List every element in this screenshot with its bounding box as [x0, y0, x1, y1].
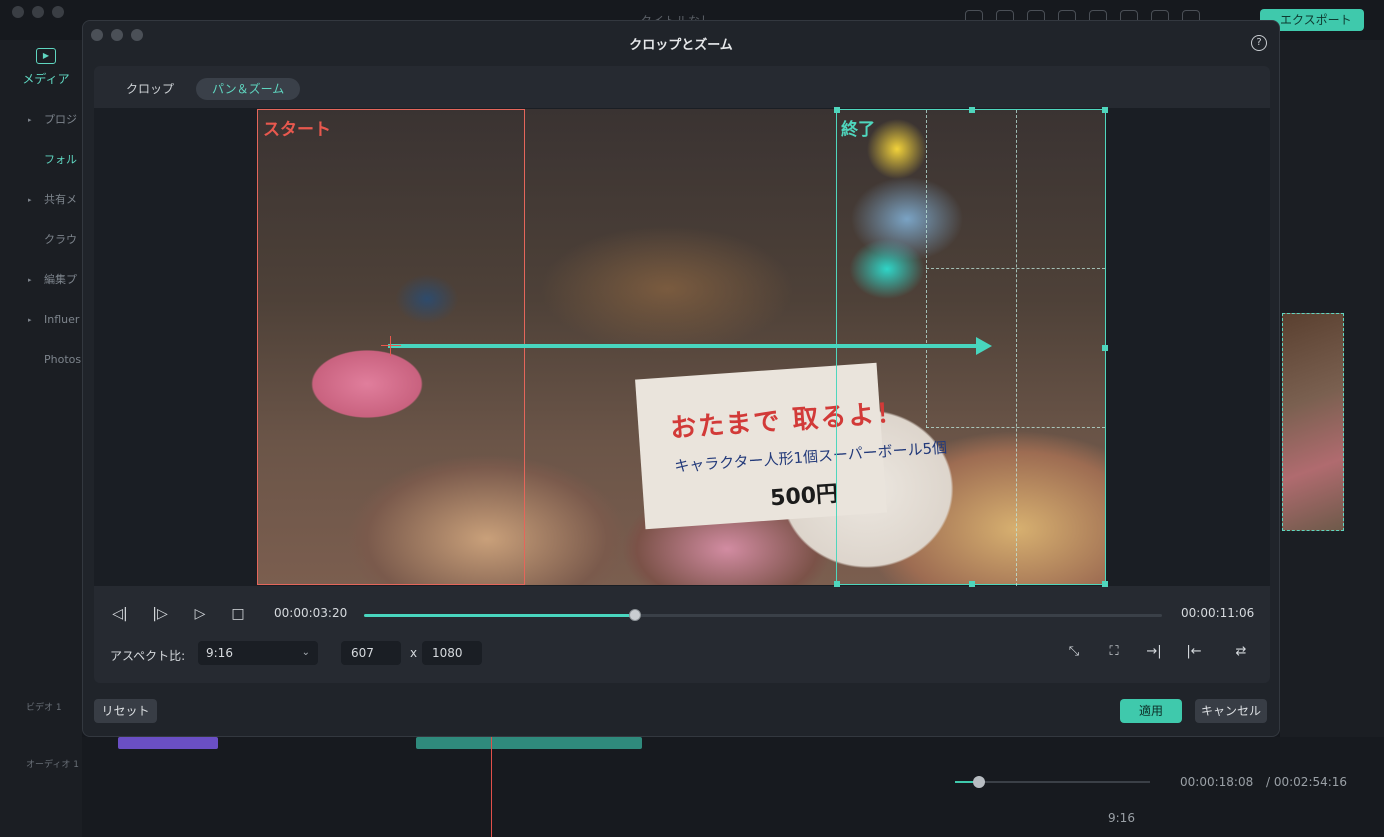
scrub-progress — [364, 614, 636, 617]
expand-icon[interactable]: ⛶ — [1105, 643, 1123, 661]
app-window-controls — [12, 6, 64, 18]
start-center-crosshair — [381, 336, 401, 356]
preview-progress[interactable] — [955, 776, 1150, 788]
next-frame-icon[interactable]: |▷ — [151, 605, 169, 623]
sidebar-item[interactable]: クラウ — [16, 232, 82, 272]
sidebar-item-label: Photos — [44, 353, 82, 366]
sidebar-item-label: プロジ — [44, 113, 77, 126]
timeline-clip[interactable] — [416, 737, 642, 749]
chevron-right-icon: ▸ — [28, 276, 32, 284]
timeline-playhead[interactable] — [491, 737, 492, 837]
sign-text-line3: 500円 — [769, 481, 839, 512]
editor-panel: クロップ パン＆ズーム おたまで 取るよ！ キャラクター人形1個スーパーボール5… — [94, 66, 1270, 683]
track-video-label: ビデオ 1 — [26, 703, 62, 713]
stop-icon[interactable]: □ — [229, 605, 247, 623]
resize-handle[interactable] — [834, 107, 840, 113]
timeline-clip[interactable] — [118, 737, 218, 749]
sidebar-item-label: 共有メ — [44, 193, 77, 206]
swap-icon[interactable]: ⇄ — [1232, 643, 1250, 661]
preview-thumbnail — [1282, 313, 1344, 531]
start-label: スタート — [263, 120, 331, 140]
mode-tabs: クロップ パン＆ズーム — [110, 78, 301, 100]
grid-line — [926, 268, 1105, 269]
sidebar-item-label: Influer — [44, 313, 80, 326]
preview-time-current: 00:00:18:08 — [1180, 775, 1254, 789]
sidebar-item-label: フォル — [44, 153, 77, 166]
sidebar-item[interactable]: ▸ 共有メ — [16, 192, 82, 232]
aspect-ratio-value: 9:16 — [206, 646, 233, 660]
preview-stage: おたまで 取るよ！ キャラクター人形1個スーパーボール5個 500円 スタート … — [94, 107, 1270, 587]
chevron-down-icon: ⌄ — [301, 647, 310, 658]
tab-crop[interactable]: クロップ — [110, 78, 190, 100]
reset-button[interactable]: リセット — [94, 699, 157, 723]
dialog-title: クロップとズーム — [629, 38, 733, 53]
resize-handle[interactable] — [1102, 107, 1108, 113]
grid-line — [1016, 110, 1017, 586]
pan-direction-arrow — [388, 337, 992, 355]
crop-zoom-dialog: クロップとズーム ? クロップ パン＆ズーム おたまで 取るよ！ キャラクター人… — [82, 20, 1280, 737]
player-controls: ◁| |▷ ▷ □ 00:00:03:20 00:00:11:06 アスペクト比… — [94, 586, 1270, 683]
scrub-bar[interactable] — [364, 609, 1162, 621]
align-end-icon[interactable]: →| — [1145, 643, 1163, 661]
grid-line — [926, 427, 1105, 428]
end-label: 終了 — [841, 120, 875, 140]
resize-handle[interactable] — [1102, 345, 1108, 351]
grid-line — [926, 110, 927, 428]
width-input[interactable]: 607 — [341, 641, 401, 665]
sidebar-item[interactable]: フォル — [16, 152, 82, 192]
media-tab[interactable]: ▶ メディア — [22, 48, 70, 87]
shrink-icon[interactable]: ⤡ — [1065, 643, 1083, 661]
aspect-ratio-label: アスペクト比: — [110, 649, 186, 663]
sidebar-item[interactable]: ▸ 編集プ — [16, 272, 82, 312]
sidebar-item-label: クラウ — [44, 233, 77, 246]
preview-time-total: / 00:02:54:16 — [1266, 775, 1348, 789]
tab-pan-zoom[interactable]: パン＆ズーム — [196, 78, 301, 100]
cancel-button[interactable]: キャンセル — [1195, 699, 1267, 723]
media-nav: ▸ プロジフォル ▸ 共有メクラウ ▸ 編集プ ▸ Influer Photos — [16, 112, 82, 392]
track-audio-label: オーディオ 1 — [26, 760, 79, 770]
help-icon[interactable]: ? — [1251, 35, 1267, 51]
height-input[interactable]: 1080 — [422, 641, 482, 665]
play-icon[interactable]: ▷ — [191, 605, 209, 623]
scrub-handle[interactable] — [629, 609, 642, 621]
apply-button[interactable]: 適用 — [1120, 699, 1182, 723]
media-icon: ▶ — [36, 48, 56, 64]
chevron-right-icon: ▸ — [28, 196, 32, 204]
chevron-right-icon: ▸ — [28, 116, 32, 124]
align-start-icon[interactable]: |← — [1185, 643, 1203, 661]
sidebar-item-label: 編集プ — [44, 273, 77, 286]
media-tab-label: メディア — [22, 72, 70, 86]
aspect-ratio-select[interactable]: 9:16 ⌄ — [198, 641, 318, 665]
resize-handle[interactable] — [969, 107, 975, 113]
sidebar-item[interactable]: ▸ Influer — [16, 312, 82, 352]
sidebar-item[interactable]: ▸ プロジ — [16, 112, 82, 152]
dimension-separator: x — [410, 646, 418, 660]
chevron-right-icon: ▸ — [28, 316, 32, 324]
total-time: 00:00:11:06 — [1181, 606, 1255, 620]
current-time: 00:00:03:20 — [274, 606, 348, 620]
preview-aspect[interactable]: 9:16 — [1108, 811, 1135, 825]
prev-frame-icon[interactable]: ◁| — [111, 605, 129, 623]
sidebar-item[interactable]: Photos — [16, 352, 82, 392]
